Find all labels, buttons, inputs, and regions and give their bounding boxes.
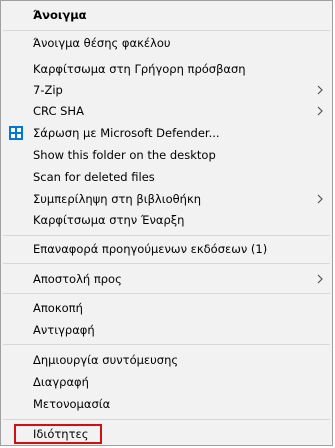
menu-item-defender-scan[interactable]: Σάρωση με Microsoft Defender... [1, 122, 332, 144]
menu-item-label: Διαγραφή [33, 375, 89, 389]
menu-item-cut[interactable]: Αποκοπή [1, 297, 332, 319]
menu-item-label: Καρφίτσωμα στην Έναρξη [33, 213, 185, 227]
menu-item-restore-previous-versions[interactable]: Επαναφορά προηγούμενων εκδόσεων (1) [1, 238, 332, 260]
menu-item-scan-deleted-files[interactable]: Scan for deleted files [1, 166, 332, 188]
menu-item-label: Αποστολή προς [33, 272, 122, 286]
menu-item-include-in-library[interactable]: Συμπερίληψη στη βιβλιοθήκη [1, 188, 332, 210]
menu-separator [3, 263, 330, 264]
menu-item-label: Αποκοπή [33, 301, 83, 315]
menu-item-open-folder-location[interactable]: Άνοιγμα θέσης φακέλου [1, 32, 332, 54]
chevron-right-icon [317, 194, 323, 204]
menu-item-open[interactable]: Άνοιγμα [1, 4, 332, 26]
menu-item-send-to[interactable]: Αποστολή προς [1, 268, 332, 290]
menu-item-label: Σάρωση με Microsoft Defender... [33, 126, 220, 140]
menu-item-show-folder-desktop[interactable]: Show this folder on the desktop [1, 144, 332, 166]
menu-separator [3, 235, 330, 236]
menu-item-label: Show this folder on the desktop [33, 148, 216, 162]
menu-item-crc-sha[interactable]: CRC SHA [1, 100, 332, 122]
menu-item-label: CRC SHA [33, 104, 84, 118]
menu-separator [3, 293, 330, 294]
menu-item-label: Καρφίτσωμα στη Γρήγορη πρόσβαση [33, 62, 246, 76]
menu-item-label: Δημιουργία συντόμευσης [33, 353, 179, 367]
menu-item-label: 7-Zip [33, 83, 63, 97]
menu-item-create-shortcut[interactable]: Δημιουργία συντόμευσης [1, 349, 332, 371]
menu-separator [3, 419, 330, 420]
shield-icon [9, 126, 23, 140]
menu-item-delete[interactable]: Διαγραφή [1, 371, 332, 393]
chevron-right-icon [317, 106, 323, 116]
menu-item-label: Επαναφορά προηγούμενων εκδόσεων (1) [33, 242, 268, 256]
menu-item-label: Άνοιγμα θέσης φακέλου [33, 36, 171, 50]
menu-item-pin-to-start[interactable]: Καρφίτσωμα στην Έναρξη [1, 209, 332, 231]
menu-item-label: Scan for deleted files [33, 170, 155, 184]
chevron-right-icon [317, 274, 323, 284]
menu-item-rename[interactable]: Μετονομασία [1, 393, 332, 415]
menu-item-label: Μετονομασία [33, 397, 111, 411]
properties-highlight-box [14, 424, 102, 444]
menu-item-label: Συμπερίληψη στη βιβλιοθήκη [33, 192, 202, 206]
context-menu: Άνοιγμα Άνοιγμα θέσης φακέλου Καρφίτσωμα… [0, 0, 333, 446]
menu-item-copy[interactable]: Αντιγραφή [1, 319, 332, 341]
menu-item-label: Άνοιγμα [33, 8, 87, 22]
menu-separator [3, 30, 330, 31]
chevron-right-icon [317, 85, 323, 95]
menu-separator [3, 344, 330, 345]
menu-item-label: Αντιγραφή [33, 323, 95, 337]
menu-item-7zip[interactable]: 7-Zip [1, 79, 332, 101]
menu-item-pin-quick-access[interactable]: Καρφίτσωμα στη Γρήγορη πρόσβαση [1, 58, 332, 80]
